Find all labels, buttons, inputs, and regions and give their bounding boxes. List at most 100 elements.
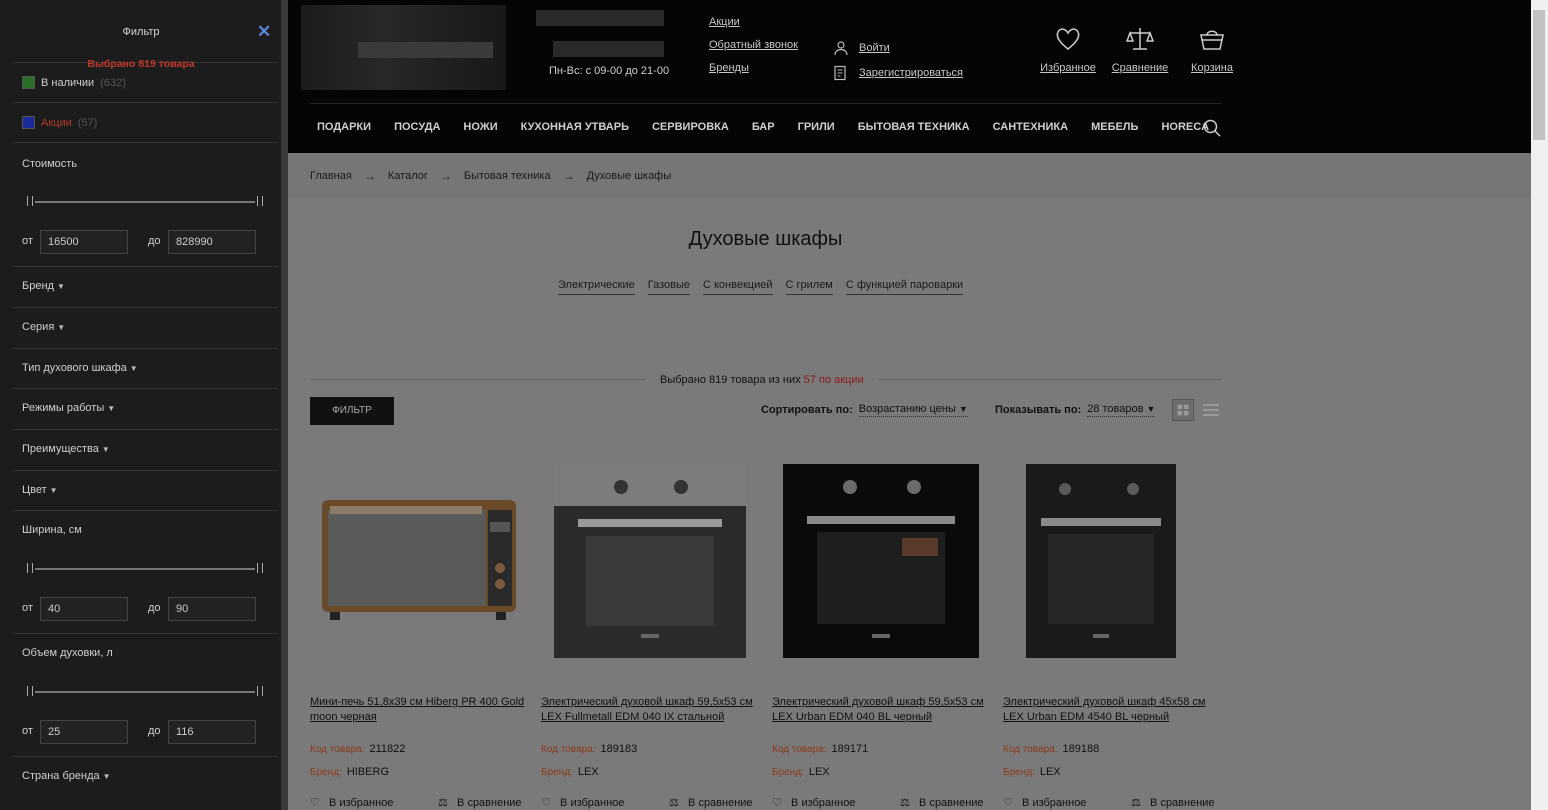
register-link[interactable]: Зарегистрироваться [833,65,963,81]
product-name[interactable]: Мини-печь 51,8x39 см Hiberg PR 400 Gold … [310,695,530,725]
phone-number-blurred[interactable] [553,41,664,57]
page-scrollbar[interactable] [1531,0,1548,810]
subcategory-grill[interactable]: С грилем [785,279,833,295]
list-view-icon[interactable] [1200,399,1222,421]
add-to-favorites-button[interactable]: ♡ В избранное [1003,796,1086,809]
breadcrumb-appliances[interactable]: Бытовая техника [464,170,551,182]
nav-item-horeca[interactable]: HORECA [1161,121,1209,133]
sort-select[interactable]: Возрастанию цены ▼ [858,403,968,417]
divider [12,756,278,757]
nav-item-serving[interactable]: СЕРВИРОВКА [652,121,729,133]
logo-text-blurred [358,42,493,58]
modes-dropdown[interactable]: Режимы работы ▼ [22,402,115,414]
product-name[interactable]: Электрический духовой шкаф 45x58 см LEX … [1003,695,1223,725]
checkbox-icon[interactable] [22,116,35,129]
subcategory-steam[interactable]: С функцией пароварки [845,279,964,295]
from-label: от [22,235,33,247]
add-to-compare-button[interactable]: ⚖ В сравнение [900,796,984,809]
product-image[interactable] [772,458,982,658]
brand-dropdown[interactable]: Бренд ▼ [22,280,65,292]
product-code-value: 189188 [1062,743,1100,755]
oven-type-dropdown[interactable]: Тип духового шкафа ▼ [22,362,138,374]
checkbox-icon[interactable] [22,76,35,89]
promo-checkbox[interactable]: Акции (57) [22,116,97,129]
slider-handle-min[interactable] [27,686,33,696]
nav-item-utensils[interactable]: КУХОННАЯ УТВАРЬ [521,121,629,133]
add-to-compare-button[interactable]: ⚖ В сравнение [669,796,753,809]
grid-view-icon[interactable] [1172,399,1194,421]
nav-item-gifts[interactable]: ПОДАРКИ [317,121,371,133]
callback-link[interactable]: Обратный звонок [709,39,798,51]
phone-number-blurred[interactable] [536,10,664,26]
nav-item-bar[interactable]: БАР [752,121,775,133]
close-icon[interactable]: ✕ [257,23,273,40]
add-to-favorites-button[interactable]: ♡ В избранное [772,796,855,809]
product-image[interactable] [310,458,520,658]
width-slider[interactable] [27,563,263,573]
price-slider[interactable] [27,196,263,206]
add-to-compare-button[interactable]: ⚖ В сравнение [1131,796,1215,809]
product-image[interactable] [541,458,751,658]
page-size-select[interactable]: 28 товаров ▼ [1087,403,1156,417]
to-label: до [148,602,161,614]
width-from-input[interactable]: 40 [40,597,128,621]
promo-link[interactable]: Акции [709,16,798,28]
volume-to-input[interactable]: 116 [168,720,256,744]
product-brand-label: Бренд: [1003,767,1035,778]
nav-item-plumbing[interactable]: САНТЕХНИКА [993,121,1068,133]
selection-summary: Выбрано 819 товара из них 57 по акции [660,374,864,386]
breadcrumb-separator: → [439,169,452,183]
slider-handle-max[interactable] [257,686,263,696]
cart-button[interactable]: Корзина [1176,24,1248,74]
price-to-input[interactable]: 828990 [168,230,256,254]
search-icon[interactable] [1203,119,1221,137]
filter-button[interactable]: ФИЛЬТР [310,397,394,425]
add-to-favorites-button[interactable]: ♡ В избранное [310,796,393,809]
product-name[interactable]: Электрический духовой шкаф 59,5x53 см LE… [541,695,761,725]
nav-item-furniture[interactable]: МЕБЕЛЬ [1091,121,1138,133]
chevron-down-icon: ▼ [129,364,138,373]
compare-button[interactable]: Сравнение [1104,24,1176,74]
chevron-down-icon: ▼ [958,404,968,414]
login-link[interactable]: Войти [833,40,963,56]
selection-promo[interactable]: 57 по акции [804,374,864,386]
nav-item-knives[interactable]: НОЖИ [463,121,497,133]
slider-handle-max[interactable] [257,196,263,206]
subcategory-convection[interactable]: С конвекцией [703,279,773,295]
breadcrumb-home[interactable]: Главная [310,170,352,182]
slider-handle-max[interactable] [257,563,263,573]
add-to-compare-button[interactable]: ⚖ В сравнение [438,796,522,809]
volume-slider[interactable] [27,686,263,696]
nav-item-grills[interactable]: ГРИЛИ [798,121,835,133]
slider-handle-min[interactable] [27,196,33,206]
nav-item-cookware[interactable]: ПОСУДА [394,121,440,133]
advantages-dropdown[interactable]: Преимущества ▼ [22,443,110,455]
favorites-button[interactable]: Избранное [1032,24,1104,74]
volume-from-input[interactable]: 25 [40,720,128,744]
brands-link[interactable]: Бренды [709,62,798,74]
product-name[interactable]: Электрический духовой шкаф 59,5x53 см LE… [772,695,992,725]
from-label: от [22,602,33,614]
product-code: Код товара: 211822 [310,743,405,755]
breadcrumb: Главная → Каталог → Бытовая техника → Ду… [310,169,671,183]
price-from-input[interactable]: 16500 [40,230,128,254]
product-image[interactable] [1003,458,1213,658]
in-stock-checkbox[interactable]: В наличии (632) [22,76,126,89]
slider-handle-min[interactable] [27,563,33,573]
subcategory-gas[interactable]: Газовые [647,279,690,295]
scrollbar-thumb[interactable] [1533,10,1545,140]
promo-count: (57) [77,116,98,129]
product-code-value: 189171 [831,743,869,755]
width-to-input[interactable]: 90 [168,597,256,621]
brand-country-dropdown[interactable]: Страна бренда ▼ [22,770,111,782]
scales-icon: ⚖ [669,797,679,809]
series-dropdown[interactable]: Серия ▼ [22,321,65,333]
breadcrumb-catalog[interactable]: Каталог [388,170,428,182]
product-brand: Бренд: LEX [1003,766,1061,778]
color-dropdown[interactable]: Цвет ▼ [22,484,58,496]
selection-mid: из них [768,374,801,386]
product-brand-value: LEX [808,766,830,778]
add-to-favorites-button[interactable]: ♡ В избранное [541,796,624,809]
subcategory-electric[interactable]: Электрические [558,279,635,295]
nav-item-appliances[interactable]: БЫТОВАЯ ТЕХНИКА [858,121,970,133]
